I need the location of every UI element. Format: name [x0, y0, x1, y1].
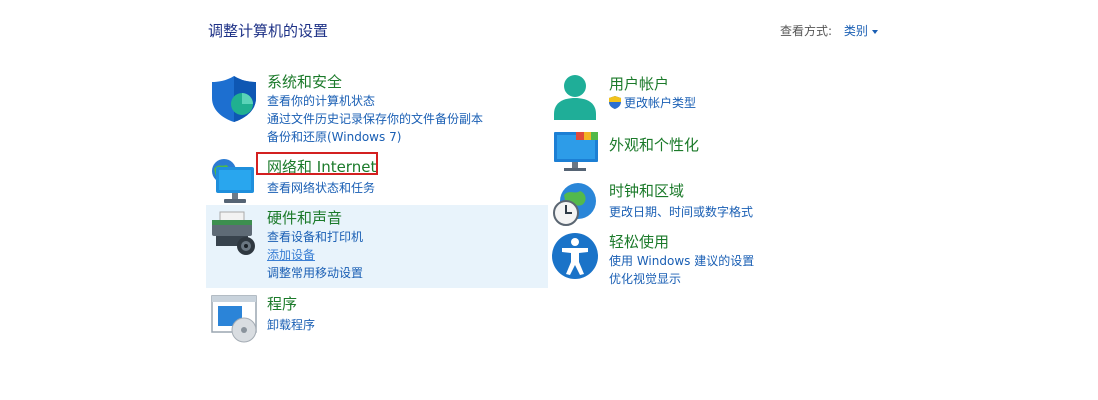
- monitor-icon: [554, 132, 598, 171]
- link-devices-printers[interactable]: 查看设备和打印机: [267, 228, 363, 246]
- link-backup-restore[interactable]: 备份和还原(Windows 7): [267, 128, 483, 146]
- programs-icon: [211, 295, 257, 343]
- clock-globe-icon: [553, 183, 596, 226]
- chevron-down-icon: [871, 29, 878, 34]
- network-globe-icon: [212, 159, 254, 203]
- category-title[interactable]: 用户帐户: [609, 74, 696, 94]
- link-mobility-settings[interactable]: 调整常用移动设置: [267, 264, 363, 282]
- category-title[interactable]: 时钟和区域: [609, 181, 753, 201]
- link-add-device[interactable]: 添加设备: [267, 246, 363, 264]
- category-title[interactable]: 程序: [267, 294, 315, 314]
- shield-icon: [212, 76, 256, 122]
- accessibility-icon: [552, 233, 598, 279]
- page-title: 调整计算机的设置: [208, 22, 329, 40]
- link-view-network-status[interactable]: 查看网络状态和任务: [267, 179, 376, 197]
- link-view-computer-status[interactable]: 查看你的计算机状态: [267, 92, 483, 110]
- link-uninstall-program[interactable]: 卸载程序: [267, 316, 315, 334]
- category-title[interactable]: 硬件和声音: [267, 208, 363, 228]
- category-title[interactable]: 外观和个性化: [609, 135, 699, 155]
- printer-icon: [212, 211, 255, 255]
- link-change-account-type[interactable]: 更改帐户类型: [609, 94, 696, 112]
- link-label: 更改帐户类型: [624, 96, 697, 110]
- view-by: 查看方式: 类别: [780, 22, 878, 39]
- view-by-value: 类别: [843, 24, 868, 38]
- link-windows-recommended-settings[interactable]: 使用 Windows 建议的设置: [609, 252, 754, 270]
- link-optimize-visual-display[interactable]: 优化视觉显示: [609, 270, 754, 288]
- category-title[interactable]: 轻松使用: [609, 232, 754, 252]
- link-date-time-format[interactable]: 更改日期、时间或数字格式: [609, 203, 753, 221]
- user-icon: [554, 75, 596, 120]
- highlight-box: [256, 152, 378, 175]
- view-by-dropdown[interactable]: 类别: [844, 24, 878, 38]
- uac-shield-icon: [609, 96, 621, 109]
- view-by-label: 查看方式:: [780, 24, 833, 38]
- link-file-history[interactable]: 通过文件历史记录保存你的文件备份副本: [267, 110, 483, 128]
- category-title[interactable]: 系统和安全: [267, 72, 483, 92]
